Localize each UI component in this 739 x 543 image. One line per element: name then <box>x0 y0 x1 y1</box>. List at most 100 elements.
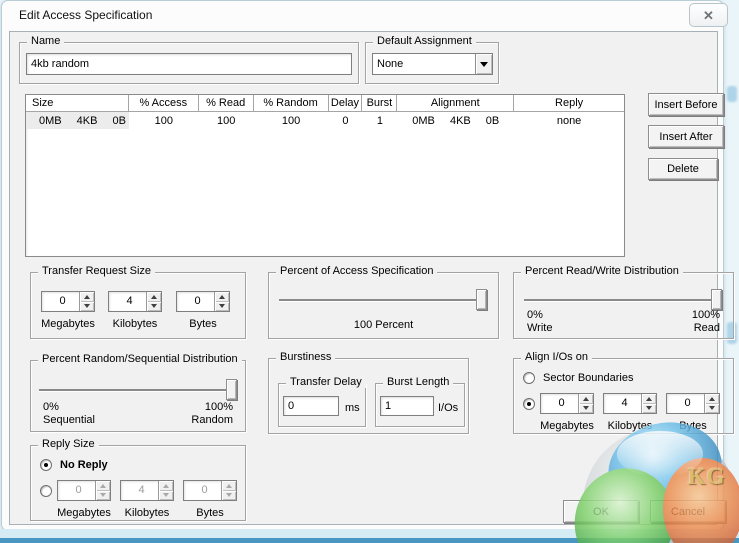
custom-reply-radio[interactable] <box>40 485 52 497</box>
percent-access-caption: 100 Percent <box>269 319 498 331</box>
spinner-value: 0 <box>42 292 79 311</box>
ios-unit-label: I/Os <box>438 402 458 414</box>
down-arrow-icon <box>100 493 106 497</box>
spin-down-button[interactable] <box>642 404 656 414</box>
insert-after-button[interactable]: Insert After <box>648 125 724 148</box>
reply-kilobytes-spinner: 4 <box>120 480 174 501</box>
burst-length-group: Burst Length I/Os <box>375 383 465 427</box>
spinner-value: 0 <box>177 292 214 311</box>
column-header-random[interactable]: % Random <box>254 95 329 111</box>
up-arrow-icon <box>583 397 589 401</box>
access-spec-list[interactable]: Size % Access % Read % Random Delay Burs… <box>25 94 625 257</box>
bytes-column: 0 Bytes <box>171 291 235 330</box>
down-arrow-icon <box>583 406 589 410</box>
burst-length-input[interactable] <box>380 396 434 416</box>
column-header-delay[interactable]: Delay <box>329 95 363 111</box>
down-arrow-icon <box>219 304 225 308</box>
column-header-access[interactable]: % Access <box>129 95 199 111</box>
close-button[interactable]: ✕ <box>689 3 728 27</box>
spin-up-button[interactable] <box>642 394 656 404</box>
spin-down-button[interactable] <box>215 302 229 312</box>
default-assignment-dropdown[interactable]: None <box>372 53 493 75</box>
delete-button[interactable]: Delete <box>648 158 718 180</box>
read-write-dist-label: Percent Read/Write Distribution <box>521 265 683 277</box>
down-arrow-icon <box>163 493 169 497</box>
unit-label: Megabytes <box>52 507 116 519</box>
spinner-buttons <box>214 292 229 311</box>
bytes-column: 0 Bytes <box>661 393 725 432</box>
down-arrow-icon <box>151 304 157 308</box>
align-bytes-spinner[interactable]: 0 <box>666 393 720 414</box>
random-seq-slider-track[interactable] <box>39 389 237 391</box>
insert-before-button[interactable]: Insert Before <box>648 93 724 116</box>
kilobytes-column: 4 Kilobytes <box>598 393 662 432</box>
slider-thumb[interactable] <box>476 289 487 310</box>
transfer-request-size-label: Transfer Request Size <box>38 265 155 277</box>
slider-thumb[interactable] <box>711 289 722 310</box>
up-arrow-icon <box>163 484 169 488</box>
spinner-value: 4 <box>121 481 158 500</box>
bytes-spinner[interactable]: 0 <box>176 291 230 312</box>
default-assignment-group: Default Assignment None <box>365 42 499 84</box>
align-ios-label: Align I/Os on <box>521 351 592 363</box>
spinner-value: 4 <box>109 292 146 311</box>
no-reply-radio[interactable] <box>40 459 52 471</box>
unit-label: Bytes <box>661 420 725 432</box>
kilobytes-column: 4 Kilobytes <box>103 291 167 330</box>
spin-up-button[interactable] <box>579 394 593 404</box>
sector-boundaries-radio[interactable] <box>523 372 535 384</box>
column-header-read[interactable]: % Read <box>199 95 254 111</box>
up-arrow-icon <box>84 295 90 299</box>
megabytes-column: 0 Megabytes <box>535 393 599 432</box>
unit-label: Kilobytes <box>598 420 662 432</box>
slider-thumb[interactable] <box>226 379 237 400</box>
percent-access-spec-group: Percent of Access Specification 100 Perc… <box>268 272 499 339</box>
column-header-burst[interactable]: Burst <box>362 95 397 111</box>
down-arrow-icon <box>226 493 232 497</box>
table-row[interactable]: 0MB 4KB 0B 100 100 100 0 1 0MB 4KB 0B no… <box>26 112 624 129</box>
unit-label: Megabytes <box>535 420 599 432</box>
sequential-percent-label: 0% <box>43 401 59 413</box>
spin-up-button <box>159 481 173 491</box>
kilobytes-spinner[interactable]: 4 <box>108 291 162 312</box>
bytes-column: 0 Bytes <box>178 480 242 519</box>
align-megabytes-spinner[interactable]: 0 <box>540 393 594 414</box>
spin-down-button[interactable] <box>579 404 593 414</box>
percent-access-slider-track[interactable] <box>279 299 487 301</box>
write-label: Write <box>527 322 552 334</box>
ok-button[interactable]: OK <box>563 500 639 523</box>
spin-up-button[interactable] <box>80 292 94 302</box>
spinner-value: 0 <box>58 481 95 500</box>
write-percent-label: 0% <box>527 309 543 321</box>
read-label: Read <box>694 322 720 334</box>
transfer-delay-label: Transfer Delay <box>286 376 366 388</box>
spin-up-button[interactable] <box>215 292 229 302</box>
read-write-slider-track[interactable] <box>524 299 722 301</box>
default-assignment-label: Default Assignment <box>373 35 476 47</box>
column-header-size[interactable]: Size <box>26 95 129 111</box>
unit-label: Kilobytes <box>115 507 179 519</box>
spinner-value: 0 <box>184 481 221 500</box>
spin-down-button[interactable] <box>147 302 161 312</box>
spin-down-button[interactable] <box>705 404 719 414</box>
default-assignment-value: None <box>373 58 475 70</box>
megabytes-spinner[interactable]: 0 <box>41 291 95 312</box>
custom-alignment-radio[interactable] <box>523 398 535 410</box>
spin-down-button[interactable] <box>80 302 94 312</box>
transfer-delay-input[interactable] <box>283 396 339 416</box>
reply-size-group: Reply Size No Reply 0 Megabytes <box>30 445 246 521</box>
spinner-value: 4 <box>604 394 641 413</box>
dropdown-button[interactable] <box>475 54 492 74</box>
column-header-alignment[interactable]: Alignment <box>397 95 514 111</box>
cancel-button[interactable]: Cancel <box>650 500 726 523</box>
up-arrow-icon <box>100 484 106 488</box>
row-delay-cell: 0 <box>329 112 363 129</box>
spin-up-button[interactable] <box>705 394 719 404</box>
spinner-value: 0 <box>541 394 578 413</box>
column-header-reply[interactable]: Reply <box>514 95 624 111</box>
name-input[interactable] <box>26 53 352 75</box>
align-kilobytes-spinner[interactable]: 4 <box>603 393 657 414</box>
spinner-buttons <box>95 481 110 500</box>
no-reply-label: No Reply <box>60 459 108 471</box>
spin-up-button[interactable] <box>147 292 161 302</box>
